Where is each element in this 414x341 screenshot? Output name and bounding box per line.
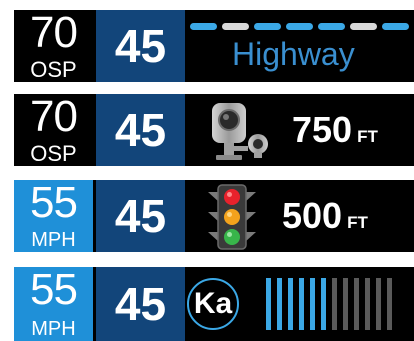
ka-band-alert-panel: 55 MPH 45 Ka [14, 267, 414, 341]
speed-limit-value: 55 [30, 180, 78, 227]
sensitivity-segment [350, 23, 377, 30]
signal-bar [376, 278, 381, 330]
highway-mode-panel: 70 OSP 45 Highway [14, 10, 414, 82]
speed-limit-unit: OSP [30, 57, 77, 82]
speed-camera-icon [212, 103, 268, 160]
signal-bar [321, 278, 326, 330]
signal-bar [288, 278, 293, 330]
signal-bar [299, 278, 304, 330]
speed-limit-sign: 55 MPH [14, 180, 93, 252]
current-speed: 45 [96, 94, 185, 166]
distance-unit: FT [357, 127, 378, 146]
speed-limit-unit: OSP [30, 141, 77, 166]
speed-limit-value: 70 [30, 94, 78, 141]
current-speed: 45 [96, 10, 185, 82]
signal-bar [310, 278, 315, 330]
current-speed: 45 [96, 267, 185, 341]
sensitivity-segment [254, 23, 281, 30]
signal-bar [332, 278, 337, 330]
distance-value: 500 [282, 195, 343, 236]
speed-limit-sign: 70 OSP [14, 10, 93, 82]
camera-distance: 750 FT [292, 110, 378, 157]
speed-limit-value: 55 [30, 267, 78, 314]
speed-limit-sign: 70 OSP [14, 94, 93, 166]
traffic-light-icon [208, 184, 256, 250]
sensitivity-segment [222, 23, 249, 30]
speed-limit-value: 70 [30, 10, 78, 57]
signal-bar [387, 278, 392, 330]
signal-bar [343, 278, 348, 330]
speed-limit-sign: 55 MPH [14, 267, 93, 341]
speed-limit-unit: MPH [31, 229, 76, 251]
speed-camera-alert-panel: 70 OSP 45 750 FT [14, 94, 414, 166]
signal-bar [277, 278, 282, 330]
mode-label: Highway [232, 36, 355, 72]
sensitivity-segment [286, 23, 313, 30]
distance-unit: FT [347, 213, 368, 232]
sensitivity-segment [190, 23, 217, 30]
signal-bar [365, 278, 370, 330]
signal-bar [266, 278, 271, 330]
radar-band-badge: Ka [187, 278, 239, 330]
signal-bar [354, 278, 359, 330]
current-speed: 45 [96, 180, 185, 252]
speed-limit-unit: MPH [31, 318, 76, 340]
traffic-light-distance: 500 FT [282, 196, 368, 243]
distance-value: 750 [292, 109, 353, 150]
red-light-alert-panel: 55 MPH 45 500 FT [14, 180, 414, 252]
sensitivity-segment [318, 23, 345, 30]
sensitivity-segment [382, 23, 409, 30]
